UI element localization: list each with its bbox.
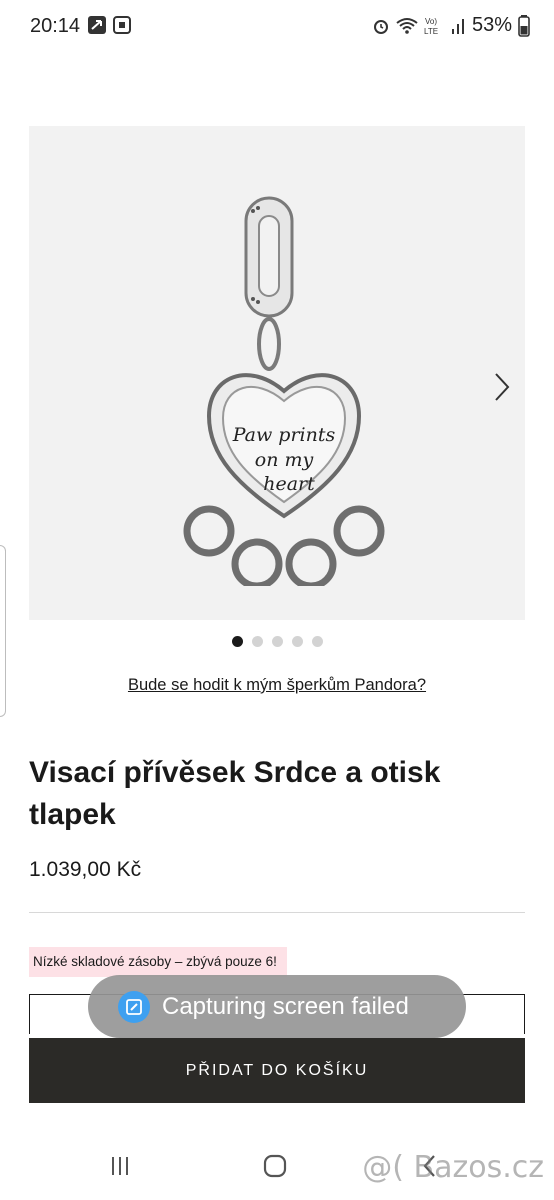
gallery-dot[interactable] bbox=[231, 636, 243, 647]
edge-panel-handle[interactable] bbox=[0, 545, 6, 717]
screenshot-failed-toast: Capturing screen failed bbox=[88, 975, 466, 1038]
signal-icon bbox=[451, 18, 464, 34]
home-button[interactable] bbox=[255, 1150, 295, 1182]
status-time: 20:14 bbox=[30, 15, 81, 37]
home-icon bbox=[263, 1154, 287, 1178]
next-image-icon[interactable] bbox=[493, 372, 511, 402]
recent-apps-button[interactable] bbox=[100, 1150, 140, 1182]
watermark: @( Bazos.cz bbox=[362, 1150, 544, 1185]
toast-message: Capturing screen failed bbox=[162, 992, 409, 1020]
gallery-dot[interactable] bbox=[271, 636, 283, 647]
wifi-icon bbox=[396, 17, 418, 34]
gallery-dot[interactable] bbox=[291, 636, 303, 647]
battery-percent: 53% bbox=[471, 14, 512, 36]
fit-check-link[interactable]: Bude se hodit k mým šperkům Pandora? bbox=[0, 676, 554, 695]
gallery-dot[interactable] bbox=[251, 636, 263, 647]
charm-image: Paw prints on my heart bbox=[183, 196, 385, 586]
svg-text:LTE: LTE bbox=[424, 27, 438, 36]
status-bar: 20:14 Vo) LTE 53% bbox=[0, 0, 554, 54]
battery-icon bbox=[518, 14, 530, 37]
volte-icon: Vo) LTE bbox=[424, 17, 438, 36]
product-title: Visací přívěsek Srdce a otisk tlapek bbox=[29, 756, 441, 831]
recent-apps-icon bbox=[112, 1157, 128, 1175]
divider bbox=[29, 912, 525, 913]
status-right: Vo) LTE 53% bbox=[372, 14, 530, 37]
svg-text:Vo): Vo) bbox=[425, 17, 437, 26]
svg-text:heart: heart bbox=[263, 473, 315, 495]
svg-text:on my: on my bbox=[255, 449, 314, 471]
navigation-icon bbox=[88, 16, 106, 34]
screenshot-icon bbox=[113, 16, 131, 34]
product-image-gallery[interactable]: Paw prints on my heart bbox=[29, 126, 525, 620]
gallery-pagination bbox=[0, 636, 554, 647]
gallery-dot[interactable] bbox=[311, 636, 323, 647]
svg-text:Paw prints: Paw prints bbox=[232, 424, 336, 446]
alarm-icon bbox=[373, 19, 388, 34]
product-price: 1.039,00 Kč bbox=[29, 858, 142, 881]
stock-notice-badge: Nízké skladové zásoby – zbývá pouze 6! bbox=[29, 947, 287, 977]
add-to-cart-button[interactable]: PŘIDAT DO KOŠÍKU bbox=[29, 1038, 525, 1103]
screenshot-edit-icon bbox=[118, 990, 150, 1023]
